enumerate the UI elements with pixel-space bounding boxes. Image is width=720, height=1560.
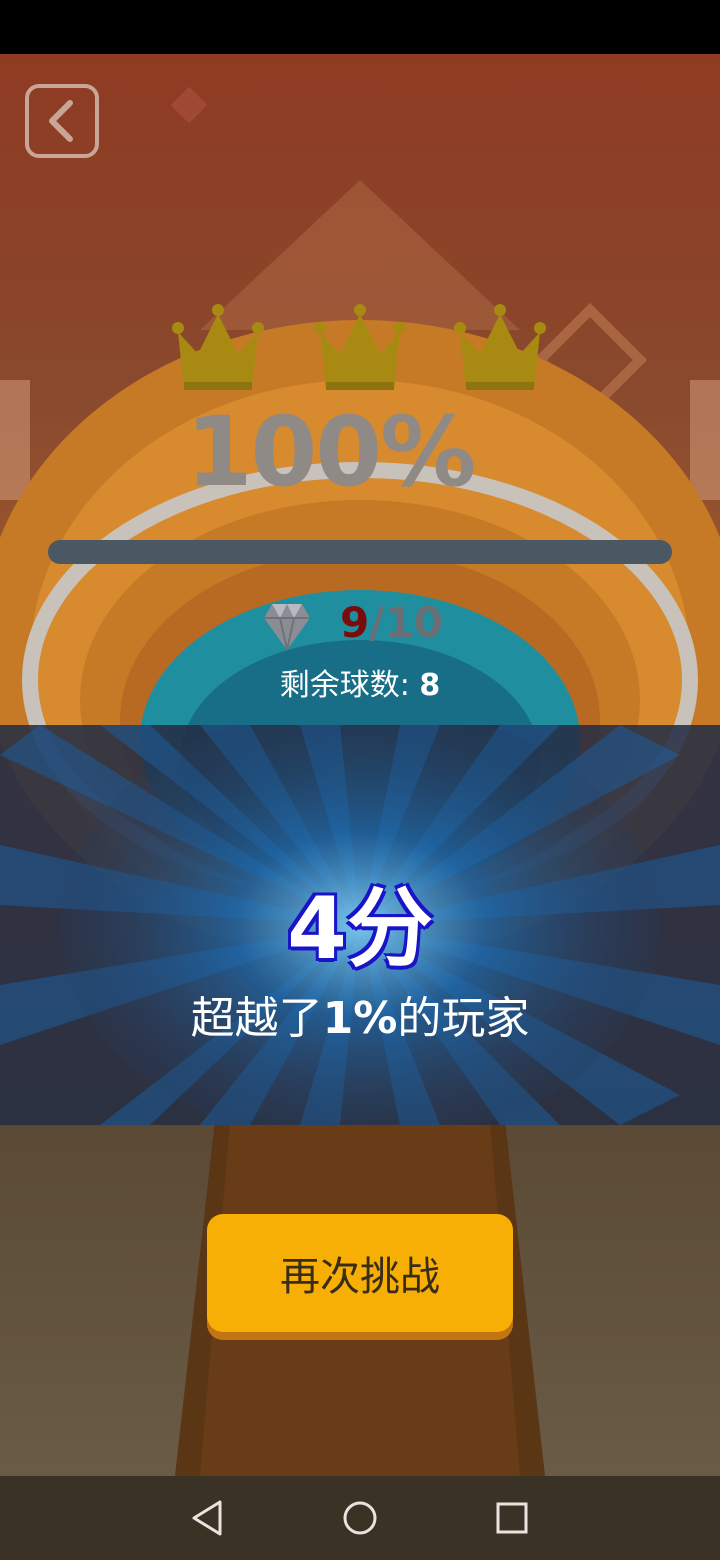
chevron-left-icon bbox=[49, 100, 73, 142]
square-recents-icon[interactable] bbox=[492, 1498, 532, 1538]
balls-value: 8 bbox=[419, 668, 441, 703]
balls-remaining: 剩余球数: 8 bbox=[0, 660, 720, 704]
diamond-icon bbox=[264, 604, 310, 651]
progress-bar bbox=[48, 540, 672, 564]
status-bar bbox=[0, 0, 720, 54]
gem-total: /10 bbox=[369, 598, 444, 647]
circle-home-icon[interactable] bbox=[340, 1498, 380, 1538]
balls-label: 剩余球数: bbox=[279, 668, 410, 703]
retry-button[interactable]: 再次挑战 bbox=[207, 1214, 513, 1332]
crown-icon bbox=[172, 304, 264, 390]
score-value: 4分 bbox=[287, 879, 433, 979]
gem-current: 9 bbox=[340, 598, 370, 647]
back-button[interactable] bbox=[25, 84, 99, 158]
rank-text: 超越了1%的玩家 bbox=[0, 982, 720, 1046]
crown-rating bbox=[0, 298, 720, 398]
gem-counter: 9/10 bbox=[340, 598, 443, 647]
triangle-back-icon[interactable] bbox=[188, 1498, 228, 1538]
rank-suffix: 的玩家 bbox=[397, 993, 530, 1044]
crown-icon bbox=[314, 304, 406, 390]
rank-prefix: 超越了 bbox=[190, 993, 323, 1044]
progress-percent: 100% bbox=[185, 396, 477, 508]
rank-percent: 1% bbox=[322, 993, 398, 1044]
crown-icon bbox=[454, 304, 546, 390]
